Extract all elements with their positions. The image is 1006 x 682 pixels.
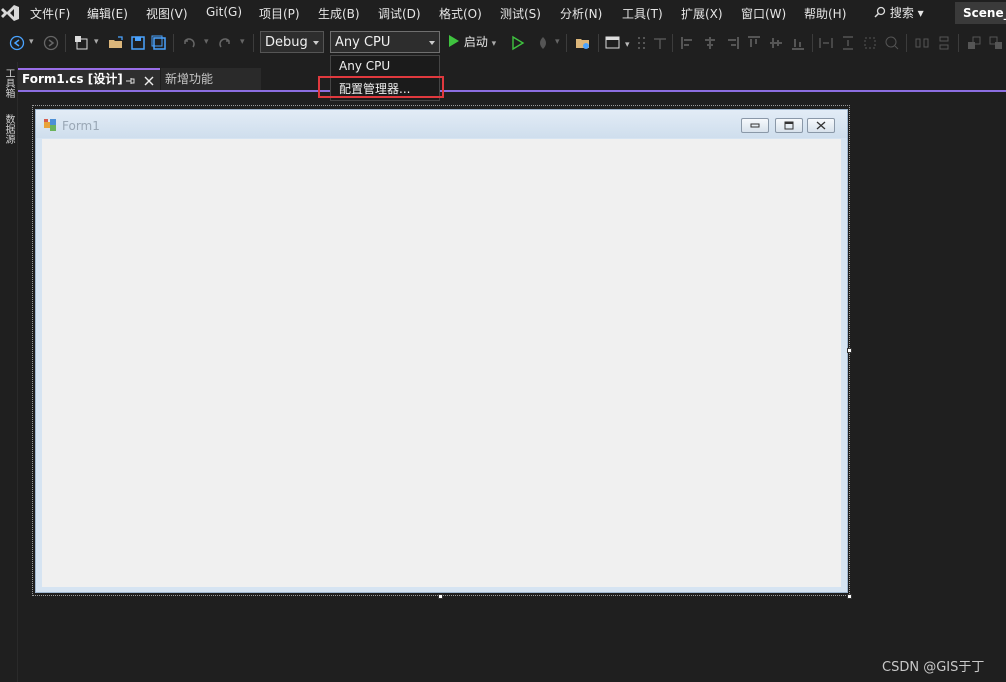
menu-test[interactable]: 测试(S): [500, 5, 541, 22]
chevron-down-icon: [429, 41, 435, 45]
redo-dropdown-icon[interactable]: ▾: [240, 37, 245, 47]
chevron-down-icon: ▾: [491, 39, 497, 49]
form-layout-icon[interactable]: [605, 35, 621, 51]
form-client-area[interactable]: [42, 139, 841, 587]
menu-analyze[interactable]: 分析(N): [560, 5, 602, 22]
data-sources-tab[interactable]: 数据源: [2, 114, 14, 144]
chevron-down-icon: [313, 41, 319, 45]
save-icon[interactable]: [130, 35, 146, 51]
menu-format[interactable]: 格式(O): [439, 5, 482, 22]
back-dropdown-icon[interactable]: ▾: [29, 37, 34, 47]
solution-configuration-select[interactable]: Debug: [260, 31, 324, 53]
menu-view[interactable]: 视图(V): [146, 5, 188, 22]
save-all-icon[interactable]: [151, 35, 167, 51]
align-bottom-icon[interactable]: [790, 35, 806, 51]
chevron-down-icon: ▾: [917, 6, 924, 20]
bring-to-front-icon[interactable]: [966, 35, 982, 51]
layout-dropdown-icon[interactable]: ▾: [625, 40, 630, 50]
make-same-height-icon[interactable]: [840, 35, 856, 51]
menu-bar: 文件(F) 编辑(E) 视图(V) Git(G) 项目(P) 生成(B) 调试(…: [0, 0, 1006, 26]
align-middle-icon[interactable]: [768, 35, 784, 51]
make-same-width-icon[interactable]: [818, 35, 834, 51]
open-folder-icon[interactable]: [108, 35, 124, 51]
form-minimize-button[interactable]: [741, 118, 769, 133]
side-tool-strip: 工具箱 数据源: [0, 62, 18, 682]
form-titlebar[interactable]: Form1: [36, 110, 847, 138]
tab-label: Form1.cs [设计]: [22, 72, 123, 86]
hot-reload-dropdown-icon[interactable]: ▾: [555, 37, 560, 47]
menu-debug[interactable]: 调试(D): [378, 5, 421, 22]
make-same-size-icon[interactable]: [862, 35, 878, 51]
form1-design-window[interactable]: Form1: [35, 109, 848, 593]
resize-handle-right[interactable]: [847, 348, 852, 353]
form-maximize-button[interactable]: [775, 118, 803, 133]
start-debugging-button[interactable]: 启动 ▾: [448, 31, 496, 53]
visual-studio-logo-icon[interactable]: [0, 3, 20, 23]
search-icon: [874, 6, 886, 18]
platform-value: Any CPU: [335, 35, 391, 50]
menu-build[interactable]: 生成(B): [318, 5, 360, 22]
navigate-forward-icon[interactable]: [43, 35, 59, 51]
menu-file[interactable]: 文件(F): [30, 5, 70, 22]
resize-handle-bottom[interactable]: [438, 594, 443, 599]
menu-git[interactable]: Git(G): [206, 5, 242, 19]
new-dropdown-icon[interactable]: ▾: [94, 37, 99, 47]
tab-whats-new[interactable]: 新增功能: [161, 68, 261, 90]
standard-toolbar: ▾ ▾ ▾ ▾ Debug Any CPU 启动 ▾ ▾ ▾: [0, 28, 1006, 58]
navigate-back-icon[interactable]: [9, 35, 25, 51]
play-icon: [449, 35, 459, 47]
align-right-icon[interactable]: [724, 35, 740, 51]
maximize-icon: [784, 121, 794, 130]
close-icon[interactable]: [144, 76, 154, 86]
menu-help[interactable]: 帮助(H): [804, 5, 846, 22]
align-grid-icon[interactable]: [636, 35, 652, 51]
menu-window[interactable]: 窗口(W): [741, 5, 786, 22]
new-project-icon[interactable]: [74, 35, 90, 51]
close-icon: [816, 121, 826, 130]
platform-option-any-cpu[interactable]: Any CPU: [339, 59, 390, 73]
form-close-button[interactable]: [807, 118, 835, 133]
undo-dropdown-icon[interactable]: ▾: [204, 37, 209, 47]
solution-explorer-folder-icon[interactable]: [575, 35, 591, 51]
watermark: CSDN @GIS于丁: [882, 660, 985, 675]
tab-form1-designer[interactable]: Form1.cs [设计]: [18, 68, 160, 90]
pin-icon[interactable]: [125, 76, 135, 86]
form-app-icon: [44, 119, 56, 131]
minimize-icon: [750, 123, 760, 128]
send-to-back-icon[interactable]: [988, 35, 1004, 51]
menu-project[interactable]: 项目(P): [259, 5, 300, 22]
vertical-spacing-icon[interactable]: [936, 35, 952, 51]
size-to-grid-icon[interactable]: [884, 35, 900, 51]
align-center-icon[interactable]: [702, 35, 718, 51]
start-without-debugging-icon[interactable]: [510, 35, 526, 51]
highlight-annotation-box: [318, 76, 444, 98]
configuration-value: Debug: [265, 35, 308, 50]
toolbox-tab[interactable]: 工具箱: [2, 68, 14, 98]
redo-icon[interactable]: [217, 35, 233, 51]
resize-handle-bottom-right[interactable]: [847, 594, 852, 599]
form-title: Form1: [62, 119, 100, 133]
start-label: 启动: [463, 35, 488, 49]
menu-extensions[interactable]: 扩展(X): [681, 5, 723, 22]
undo-icon[interactable]: [181, 35, 197, 51]
search-label: 搜索: [889, 6, 914, 20]
document-tab-strip: Form1.cs [设计] 新增功能: [18, 66, 1006, 92]
solution-platform-select[interactable]: Any CPU: [330, 31, 440, 53]
tab-label: 新增功能: [165, 72, 214, 86]
solution-name-badge[interactable]: Scene_: [955, 2, 1006, 24]
align-left-icon[interactable]: [680, 35, 696, 51]
size-to-grid-icon[interactable]: [652, 35, 668, 51]
search-box[interactable]: 搜索 ▾: [874, 4, 924, 21]
menu-edit[interactable]: 编辑(E): [87, 5, 128, 22]
horizontal-spacing-icon[interactable]: [914, 35, 930, 51]
align-top-icon[interactable]: [746, 35, 762, 51]
menu-tools[interactable]: 工具(T): [622, 5, 663, 22]
hot-reload-icon[interactable]: [535, 35, 551, 51]
